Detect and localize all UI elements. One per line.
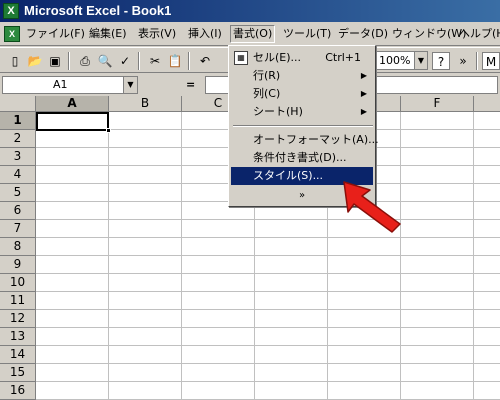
- font-name-dropdown[interactable]: M: [482, 52, 500, 70]
- row-header[interactable]: 6: [0, 202, 36, 220]
- row-header[interactable]: 15: [0, 364, 36, 382]
- toolbar-separator: [138, 52, 140, 70]
- toolbar-separator: [68, 52, 70, 70]
- undo-icon[interactable]: ↶: [196, 52, 214, 70]
- menu-file[interactable]: ファイル(F): [24, 25, 87, 43]
- select-all-corner[interactable]: [0, 96, 36, 112]
- menu-tools[interactable]: ツール(T): [281, 25, 333, 43]
- new-icon[interactable]: ▯: [6, 52, 24, 70]
- grid-line: [108, 112, 109, 400]
- zoom-value: 100%: [379, 54, 411, 67]
- print-preview-icon[interactable]: 🔍: [96, 52, 114, 70]
- column-header[interactable]: A: [36, 96, 109, 112]
- shortcut-label: Ctrl+1: [325, 51, 361, 64]
- menu-item-label: セル(E)...: [253, 51, 302, 64]
- menu-insert[interactable]: 挿入(I): [186, 25, 224, 43]
- grid-line: [36, 291, 500, 292]
- column-header[interactable]: B: [109, 96, 182, 112]
- menu-edit[interactable]: 編集(E): [87, 25, 129, 43]
- grid-line: [36, 273, 500, 274]
- formula-equals-label[interactable]: =: [186, 78, 195, 91]
- row-header[interactable]: 9: [0, 256, 36, 274]
- menu-bar: X ファイル(F) 編集(E) 表示(V) 挿入(I) 書式(O) ツール(T)…: [0, 22, 500, 46]
- active-cell-a1[interactable]: [36, 112, 111, 133]
- save-icon[interactable]: ▣: [46, 52, 64, 70]
- menu-format[interactable]: 書式(O): [230, 25, 276, 43]
- grid-line: [36, 219, 500, 220]
- fill-handle[interactable]: [106, 128, 111, 133]
- open-icon[interactable]: 📂: [26, 52, 44, 70]
- chevron-down-icon[interactable]: ▼: [414, 52, 427, 69]
- grid-line: [36, 381, 500, 382]
- workbook-icon[interactable]: X: [4, 26, 20, 42]
- menu-help[interactable]: ヘルプ(H): [457, 25, 500, 43]
- menu-item-autoformat[interactable]: オートフォーマット(A)...: [231, 131, 379, 149]
- row-header[interactable]: 16: [0, 382, 36, 400]
- paste-icon[interactable]: 📋: [166, 52, 184, 70]
- window-title: Microsoft Excel - Book1: [24, 3, 172, 18]
- row-header[interactable]: 10: [0, 274, 36, 292]
- menu-item-label: 行(R): [253, 69, 281, 82]
- row-header[interactable]: 2: [0, 130, 36, 148]
- menu-item-cells[interactable]: ▦ セル(E)... Ctrl+1: [231, 49, 373, 67]
- grid-line: [36, 309, 500, 310]
- chevron-down-icon[interactable]: ▼: [123, 77, 137, 93]
- menu-item-sheet[interactable]: シート(H) ▶: [231, 103, 373, 121]
- row-header[interactable]: 12: [0, 310, 36, 328]
- name-box[interactable]: A1 ▼: [2, 76, 138, 94]
- row-header[interactable]: 8: [0, 238, 36, 256]
- toolbar-options-icon[interactable]: »: [454, 52, 472, 70]
- spellcheck-icon[interactable]: ✓: [116, 52, 134, 70]
- print-icon[interactable]: ⎙: [76, 52, 94, 70]
- grid-line: [36, 363, 500, 364]
- row-header[interactable]: 14: [0, 346, 36, 364]
- name-box-value: A1: [53, 78, 68, 91]
- help-icon[interactable]: ?: [432, 52, 450, 70]
- row-header[interactable]: 4: [0, 166, 36, 184]
- submenu-arrow-icon: ▶: [360, 89, 367, 98]
- submenu-arrow-icon: ▶: [360, 71, 367, 80]
- zoom-dropdown[interactable]: 100% ▼: [376, 51, 428, 70]
- toolbar-separator: [476, 52, 478, 70]
- grid-line: [36, 255, 500, 256]
- row-header[interactable]: 5: [0, 184, 36, 202]
- submenu-arrow-icon: ▶: [360, 107, 367, 116]
- grid-line: [473, 112, 474, 400]
- grid-line: [36, 345, 500, 346]
- menu-item-conditional-formatting[interactable]: 条件付き書式(D)...: [231, 149, 373, 167]
- menu-item-label: 列(C): [253, 87, 281, 100]
- row-header[interactable]: 13: [0, 328, 36, 346]
- column-header[interactable]: F: [401, 96, 474, 112]
- grid-line: [181, 112, 182, 400]
- grid-line: [400, 112, 401, 400]
- row-header[interactable]: 1: [0, 112, 36, 130]
- row-header[interactable]: 11: [0, 292, 36, 310]
- menu-item-row[interactable]: 行(R) ▶: [231, 67, 373, 85]
- menu-view[interactable]: 表示(V): [136, 25, 178, 43]
- grid-line: [36, 237, 500, 238]
- menu-separator: [233, 125, 373, 127]
- title-bar: X Microsoft Excel - Book1: [0, 0, 500, 22]
- annotation-arrow-icon: [343, 181, 401, 233]
- excel-app-icon[interactable]: X: [3, 3, 19, 19]
- menu-item-label: シート(H): [253, 105, 303, 118]
- row-header[interactable]: 3: [0, 148, 36, 166]
- toolbar-separator: [188, 52, 190, 70]
- grid-line: [36, 327, 500, 328]
- cell-format-icon: ▦: [234, 51, 248, 65]
- menu-item-column[interactable]: 列(C) ▶: [231, 85, 373, 103]
- cut-icon[interactable]: ✂: [146, 52, 164, 70]
- row-header[interactable]: 7: [0, 220, 36, 238]
- column-header[interactable]: G: [474, 96, 500, 112]
- menu-data[interactable]: データ(D): [336, 25, 390, 43]
